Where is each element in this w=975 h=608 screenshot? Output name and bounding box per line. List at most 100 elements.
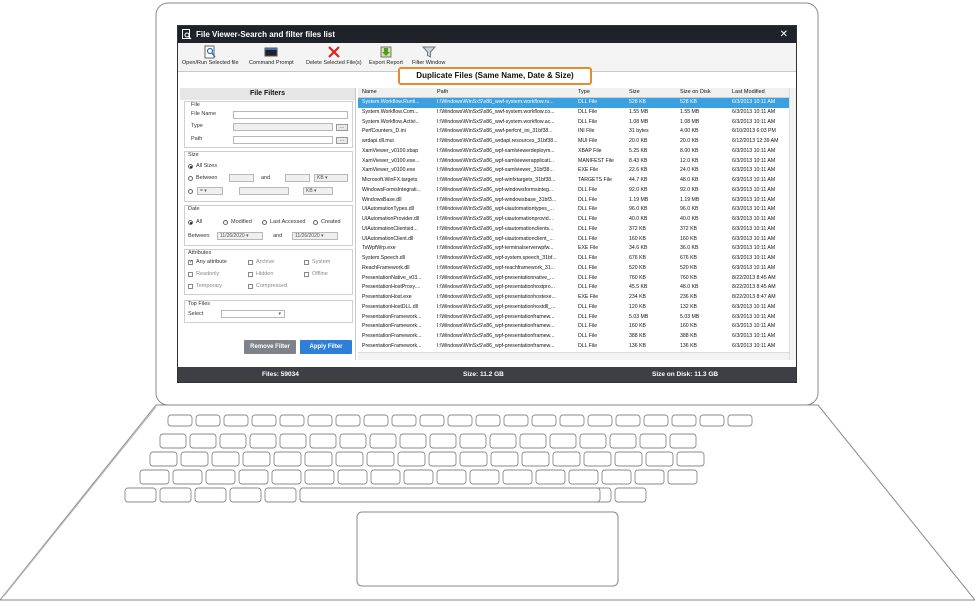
created-radio[interactable] (313, 220, 318, 225)
date-from-picker[interactable]: 11/26/2020 ▾ (217, 232, 263, 240)
size-unit2-select[interactable]: KB ▾ (303, 187, 333, 195)
offline-checkbox[interactable] (304, 272, 309, 277)
path-input[interactable] (233, 136, 333, 144)
table-cell: I:\Windows\WinSxS\x86_wrdapi.resources_3… (437, 138, 558, 144)
table-cell: 40.0 KB (680, 216, 699, 222)
size-between-radio[interactable] (188, 176, 193, 181)
command-prompt-button[interactable]: Command Prompt (249, 45, 294, 66)
table-cell: 6/3/2013 10:11 AM (732, 342, 776, 349)
size-min-input[interactable] (229, 174, 254, 182)
col-last-modified-header[interactable]: Last Modified (732, 89, 765, 95)
table-row[interactable]: PresentationFramework... I:\Windows\WinSx… (358, 332, 789, 342)
apply-filter-button[interactable]: Apply Filter (300, 340, 352, 354)
table-row[interactable]: PresentationNative_v03... I:\Windows\WinS… (358, 274, 789, 284)
top-files-select[interactable]: ▾ (221, 310, 285, 318)
table-row[interactable]: System.Workflow.Com... I:\Windows\WinSxS\… (358, 108, 789, 118)
last-accessed-radio[interactable] (262, 220, 267, 225)
table-cell: WindowsBase.dll (362, 196, 402, 203)
remove-filter-button[interactable]: Remove Filter (244, 340, 296, 354)
any-attribute-checkbox[interactable]: ✓ (188, 260, 193, 265)
table-row[interactable]: WindowsBase.dll I:\Windows\WinSxS\x86_wpf… (358, 196, 789, 206)
hidden-checkbox[interactable] (248, 272, 253, 277)
table-cell: 48.0 KB (680, 177, 699, 183)
file-filters-panel: File Filters File File Name Type ... Pat… (180, 88, 356, 360)
compressed-checkbox[interactable] (248, 284, 253, 289)
open-run-button[interactable]: Open/Run Selected file (182, 45, 239, 66)
col-size-header[interactable]: Size (629, 89, 640, 95)
system-checkbox[interactable] (304, 260, 309, 265)
table-row[interactable]: TsWpfWrp.exe I:\Windows\WinSxS\x86_wpf-te… (358, 244, 789, 254)
table-row[interactable]: XamViewer_v0100.exe I:\Windows\WinSxS\x86… (358, 166, 789, 176)
table-row[interactable]: System.Workflow.Runti... I:\Windows\WinSx… (358, 98, 789, 108)
table-row[interactable]: UIAutomationClient.dll I:\Windows\WinSxS\… (358, 235, 789, 245)
col-path-header[interactable]: Path (437, 89, 448, 95)
table-row[interactable]: PresentationHostProxy.... I:\Windows\WinS… (358, 283, 789, 293)
close-icon[interactable]: ✕ (780, 26, 788, 43)
table-cell: DLL File (578, 99, 598, 105)
type-browse-button[interactable]: ... (336, 124, 348, 131)
table-row[interactable]: wrdapi.dll.mui I:\Windows\WinSxS\x86_wrda… (358, 137, 789, 147)
export-report-button[interactable]: Export Report (369, 45, 403, 66)
table-row[interactable]: PerfCounters_D.ini I:\Windows\WinSxS\x86_… (358, 127, 789, 137)
delete-files-button[interactable]: Delete Selected File(s) (306, 45, 362, 66)
table-cell: 6/3/2013 10:11 AM (732, 206, 776, 213)
size-compare-radio[interactable] (188, 189, 193, 194)
table-cell: DLL File (578, 264, 598, 271)
col-name-header[interactable]: Name (362, 89, 377, 95)
date-to-picker[interactable]: 11/26/2020 ▾ (292, 232, 338, 240)
keyboard-key (469, 469, 500, 485)
col-type-header[interactable]: Type (578, 89, 590, 95)
table-row[interactable]: System.Workflow.Activi... I:\Windows\WinS… (358, 118, 789, 128)
all-sizes-radio[interactable] (188, 164, 193, 169)
table-row[interactable]: PresentationFramework... I:\Windows\WinSx… (358, 342, 789, 352)
temporary-checkbox[interactable] (188, 284, 193, 289)
horizontal-scrollbar[interactable] (358, 352, 789, 360)
filters-heading: File Filters (180, 88, 355, 100)
table-row[interactable]: ReachFramework.dll I:\Windows\WinSxS\x86_… (358, 264, 789, 274)
table-cell: 120 KB (629, 303, 647, 310)
keyboard-key (139, 469, 170, 485)
archive-checkbox[interactable] (248, 260, 253, 265)
date-all-radio[interactable] (188, 220, 193, 225)
type-input[interactable] (233, 123, 333, 131)
size-unit-select[interactable]: KB ▾ (314, 174, 348, 182)
table-cell: I:\Windows\WinSxS\x86_wpf-reachframework… (437, 264, 555, 271)
total-size: Size: 11.2 GB (463, 371, 504, 378)
table-row[interactable]: PresentationFramework... I:\Windows\WinSx… (358, 322, 789, 332)
filter-window-button[interactable]: Filter Window (412, 45, 445, 66)
table-row[interactable]: Microsoft.WinFX.targets I:\Windows\WinSxS… (358, 176, 789, 186)
table-row[interactable]: UIAutomationTypes.dll I:\Windows\WinSxS\x… (358, 205, 789, 215)
table-cell: 96.0 KB (629, 206, 648, 213)
table-cell: 6/3/2013 10:11 AM (732, 167, 776, 174)
modified-radio[interactable] (223, 220, 228, 225)
table-row[interactable]: XamViewer_v0100.xbap I:\Windows\WinSxS\x8… (358, 147, 789, 157)
table-row[interactable]: System.Speech.dll I:\Windows\WinSxS\x86_w… (358, 254, 789, 264)
table-cell: DLL File (578, 313, 598, 320)
col-size-on-disk-header[interactable]: Size on Disk (680, 89, 711, 95)
keyboard-key (391, 414, 417, 427)
size-operator-select[interactable]: = ▾ (197, 187, 223, 195)
export-report-label: Export Report (369, 60, 403, 66)
table-cell: I:\Windows\WinSxS\x86_wwf-system.workflo… (437, 99, 554, 105)
vertical-scrollbar[interactable] (789, 88, 796, 360)
table-cell: EXE File (578, 167, 599, 174)
table-row[interactable]: PresentationHostDLL.dll I:\Windows\WinSxS… (358, 303, 789, 313)
table-cell: 136 KB (680, 342, 698, 349)
table-row[interactable]: WindowsFormsIntegrati... I:\Windows\WinSx… (358, 186, 789, 196)
readonly-checkbox[interactable] (188, 272, 193, 277)
file-name-input[interactable] (233, 111, 348, 119)
table-row[interactable]: PresentationFramework... I:\Windows\WinSx… (358, 313, 789, 323)
table-row[interactable]: PresentationHost.exe I:\Windows\WinSxS\x8… (358, 293, 789, 303)
table-row[interactable]: UIAutomationProvider.dll I:\Windows\WinSx… (358, 215, 789, 225)
keyboard-key (337, 469, 368, 485)
size-value-input[interactable] (239, 187, 289, 195)
table-row[interactable]: XamViewer_v0100.exe... I:\Windows\WinSxS\… (358, 157, 789, 167)
keyboard-key (490, 451, 519, 467)
size-max-input[interactable] (285, 174, 310, 182)
table-cell: MANIFEST File (578, 157, 614, 164)
keyboard-key (587, 414, 613, 427)
path-browse-button[interactable]: ... (336, 137, 348, 144)
table-row[interactable]: UIAutomationClientsid... I:\Windows\WinSx… (358, 225, 789, 235)
file-group-label: File (191, 102, 200, 108)
keyboard-key (149, 451, 178, 467)
